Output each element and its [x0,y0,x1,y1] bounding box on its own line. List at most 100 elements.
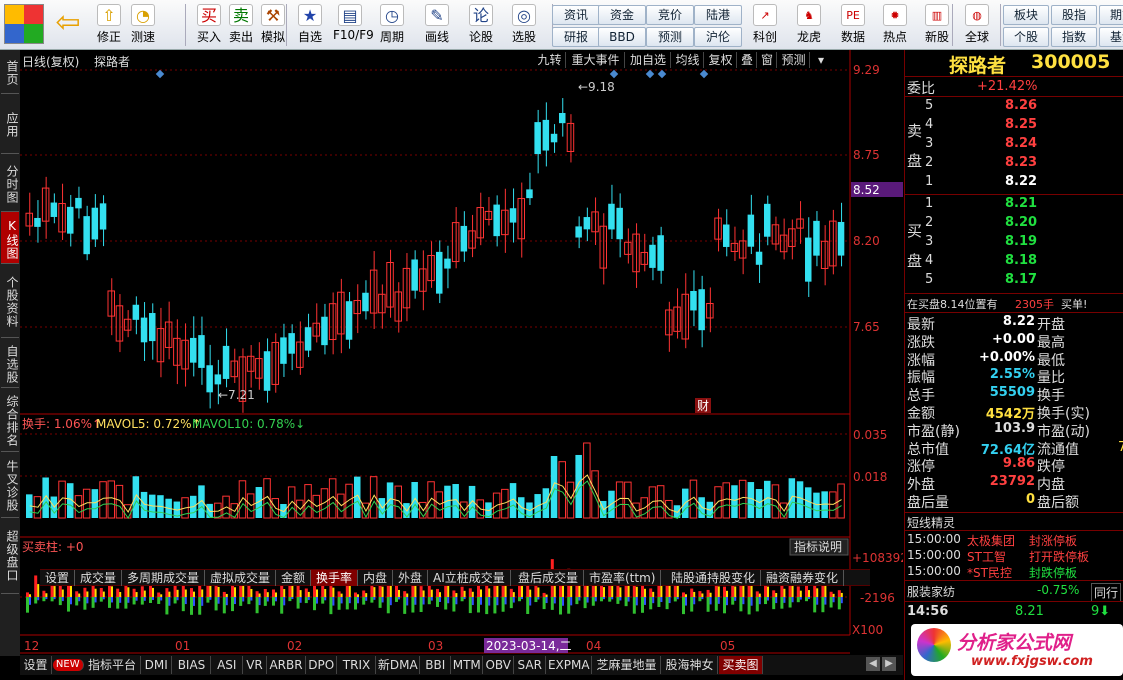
indicator-tab-5[interactable]: 换手率 [311,570,359,586]
indicator-tab-8[interactable]: AI立桩成交量 [428,570,511,586]
indicator-tab-10[interactable]: 市盈率(ttm) [584,570,662,586]
toolbar-right-top-1[interactable]: 股指 [1051,5,1097,25]
leftnav-item-6[interactable]: 综合排名 [1,388,19,452]
indicator-tab-7[interactable]: 外盘 [393,570,429,586]
scroll-left-button[interactable]: ◀ [866,657,880,671]
toolbar-button-5[interactable]: ★ 自选 [293,2,327,48]
bottom-tab-16[interactable]: 芝麻量地量 [593,656,661,674]
bottom-tab-18[interactable]: 买卖图 [719,656,763,674]
indicator-tab-3[interactable]: 虚拟成交量 [205,570,277,586]
toolbar-button2-0[interactable]: ↗ 科创 [746,2,784,48]
indicator-tab-0[interactable]: 设置 [40,570,76,586]
bottom-tab-7[interactable]: ARBR [268,656,306,674]
leftnav-item-3[interactable]: K线图 [1,212,19,264]
chart-menu-4[interactable]: 复权 [705,52,737,68]
event-stock-1[interactable]: ST工智 [967,548,1006,565]
leftnav-item-4[interactable]: 个股资料 [1,264,19,338]
toolbar-button-6[interactable]: ▤ F10/F9 [333,2,374,48]
toolbar-button-0[interactable]: ⇧ 修正 [92,2,126,48]
leftnav-item-7[interactable]: 牛叉诊股 [1,452,19,518]
candle-body [362,292,369,312]
toolbar-button2-5[interactable]: ◍ 全球 [958,2,996,48]
bottom-tab-13[interactable]: OBV [484,656,514,674]
leftnav-item-5[interactable]: 自选股 [1,338,19,388]
toolbar-small-top-1[interactable]: 资金 [598,5,646,25]
sell-bar [706,597,710,612]
indicator-tab-9[interactable]: 盘后成交量 [513,570,585,586]
bottom-tab-6[interactable]: VR [244,656,267,674]
industry-peers-button[interactable]: 同行 [1091,583,1122,602]
toolbar-small-bottom-3[interactable]: 沪伦 [694,27,742,47]
toolbar-small-top-2[interactable]: 竞价 [646,5,694,25]
toolbar-right-bottom-1[interactable]: 指数 [1051,27,1097,47]
chart-menu-3[interactable]: 均线 [672,52,704,68]
chart-menu-6[interactable]: 窗 [758,52,777,68]
leftnav-item-2[interactable]: 分时图 [1,154,19,212]
chart-menu-2[interactable]: 加自选 [626,52,671,68]
toolbar-right-top-2[interactable]: 期货 [1099,5,1123,25]
bottom-tab-3[interactable]: DMI [142,656,172,674]
bottom-tab-12[interactable]: MTM [452,656,483,674]
indicator-tab-4[interactable]: 金额 [276,570,312,586]
bottom-tab-14[interactable]: SAR [515,656,546,674]
toolbar-small-bottom-2[interactable]: 预测 [646,27,694,47]
buy-bar [165,588,169,597]
chart-menu-5[interactable]: 叠 [738,52,757,68]
toolbar-small-top-3[interactable]: 陆港 [694,5,742,25]
chart-menu-7[interactable]: 预测 [778,52,810,68]
indicator-tab-11[interactable]: 陆股通持股变化 [666,570,762,586]
toolbar-button-10[interactable]: ◎ 选股 [507,2,541,48]
toolbar-small-top-0[interactable]: 资讯 [552,5,600,25]
bottom-tab-9[interactable]: TRIX [338,656,376,674]
toolbar-button-9[interactable]: 论论股 [464,2,498,48]
bottom-tab-8[interactable]: DPO [307,656,337,674]
leftnav-item-8[interactable]: 超级盘口 [1,516,19,594]
buy-bar-inner [726,590,728,597]
toolbar-button2-3[interactable]: ✹ 热点 [876,2,914,48]
sell-bar [386,597,390,614]
toolbar-button2-1[interactable]: ♞ 龙虎 [790,2,828,48]
toolbar-right-bottom-2[interactable]: 基金 [1099,27,1123,47]
toolbar-button-7[interactable]: ◷ 周期 [375,2,409,48]
bottom-tab-5[interactable]: ASI [212,656,243,674]
event-stock-2[interactable]: *ST民控 [967,564,1012,581]
bottom-tab-10[interactable]: 新DMA [377,656,420,674]
sell-bar-inner [234,597,236,605]
chart-menu-collapse-icon[interactable]: ▾ [811,52,831,68]
toolbar-button2-2[interactable]: PE 数据 [834,2,872,48]
bottom-tab-11[interactable]: BBI [421,656,451,674]
toolbar2-label-3: 热点 [882,30,907,44]
buy-price-4: 8.18 [1005,253,1038,268]
bottom-tab-0[interactable]: 设置 [20,656,52,674]
toolbar-button-2[interactable]: 买买入 [192,2,226,48]
leftnav-item-1[interactable]: 应用 [1,94,19,154]
toolbar-right-bottom-0[interactable]: 个股 [1003,27,1049,47]
indicator-tab-12[interactable]: 融资融券变化 [761,570,845,586]
toolbar-button-4[interactable]: ⚒ 模拟 [256,2,290,48]
event-stock-0[interactable]: 太极集团 [967,532,1015,549]
bottom-tab-17[interactable]: 股海神女 [662,656,718,674]
indicator-tab-6[interactable]: 内盘 [358,570,394,586]
toolbar-button-1[interactable]: ◔ 测速 [126,2,160,48]
toolbar-small-bottom-1[interactable]: BBD [598,27,646,47]
scroll-right-button[interactable]: ▶ [882,657,896,671]
bottom-tab-1[interactable]: NEW [53,659,84,671]
chart-menu-0[interactable]: 九转 [534,52,566,68]
toolbar-button2-4[interactable]: ▥ 新股 [918,2,956,48]
buy-bar [796,586,800,597]
toolbar-icon-4: ⚒ [261,4,285,26]
back-arrow-icon[interactable]: ⇦ [52,8,84,40]
volume-bar [115,484,124,519]
app-logo-icon[interactable] [4,4,44,44]
leftnav-item-0[interactable]: 首页 [1,50,19,94]
indicator-tab-2[interactable]: 多周期成交量 [122,570,206,586]
chart-menu-1[interactable]: 重大事件 [567,52,625,68]
toolbar-button-8[interactable]: ✎ 画线 [420,2,454,48]
toolbar-button-3[interactable]: 卖卖出 [224,2,258,48]
toolbar-right-top-0[interactable]: 板块 [1003,5,1049,25]
indicator-tab-1[interactable]: 成交量 [75,570,123,586]
bottom-tab-15[interactable]: EXPMA [547,656,592,674]
bottom-tab-2[interactable]: 指标平台 [85,656,141,674]
bottom-tab-4[interactable]: BIAS [173,656,211,674]
toolbar-small-bottom-0[interactable]: 研报 [552,27,600,47]
